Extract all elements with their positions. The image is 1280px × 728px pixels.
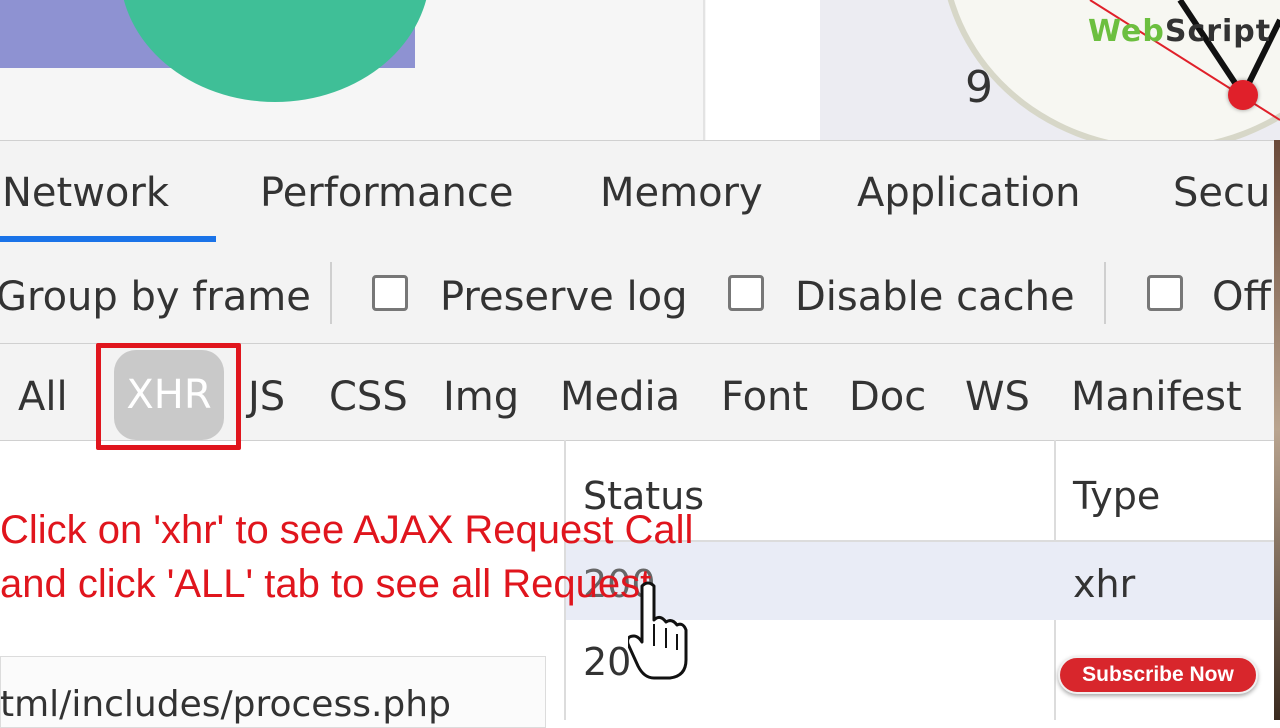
- filter-all[interactable]: All: [18, 374, 68, 420]
- page-panel: [0, 0, 705, 140]
- group-by-frame-label[interactable]: Group by frame: [0, 274, 311, 320]
- filter-img[interactable]: Img: [443, 374, 519, 420]
- active-tab-indicator: [0, 236, 216, 242]
- preserve-log-label[interactable]: Preserve log: [440, 274, 687, 320]
- brand-logo-part2: Script: [1164, 14, 1272, 49]
- page-gap: [706, 0, 820, 140]
- disable-cache-checkbox[interactable]: [728, 275, 764, 311]
- filter-doc[interactable]: Doc: [849, 374, 926, 420]
- brand-logo-part1: Web: [1088, 14, 1165, 49]
- window-edge: [1274, 140, 1280, 720]
- disable-cache-label[interactable]: Disable cache: [795, 274, 1075, 320]
- filter-js[interactable]: JS: [248, 374, 285, 420]
- filter-media[interactable]: Media: [560, 374, 680, 420]
- annotation-line-1: Click on 'xhr' to see AJAX Request Call: [0, 508, 694, 552]
- request-url-text: tml/includes/process.php: [0, 684, 451, 725]
- preserve-log-checkbox[interactable]: [372, 275, 408, 311]
- type-cell: xhr: [1073, 562, 1136, 606]
- clock-center-dot: [1228, 80, 1258, 110]
- annotation-line-2: and click 'ALL' tab to see all Request: [0, 562, 652, 606]
- toolbar-divider: [330, 262, 332, 324]
- tab-performance[interactable]: Performance: [260, 170, 513, 216]
- status-cell: 20: [583, 640, 632, 684]
- offline-label[interactable]: Off: [1212, 274, 1271, 320]
- clock-number: 9: [965, 62, 993, 113]
- tab-memory[interactable]: Memory: [600, 170, 763, 216]
- toolbar-divider: [1104, 262, 1106, 324]
- subscribe-button[interactable]: Subscribe Now: [1058, 656, 1258, 694]
- tab-application[interactable]: Application: [857, 170, 1081, 216]
- offline-checkbox[interactable]: [1147, 275, 1183, 311]
- column-header-type[interactable]: Type: [1073, 474, 1160, 518]
- tab-network[interactable]: Network: [2, 170, 169, 216]
- xhr-highlight-box: [96, 343, 241, 450]
- hand-cursor-icon: [628, 581, 688, 680]
- filter-manifest[interactable]: Manifest: [1071, 374, 1242, 420]
- brand-logo: WebScript: [1088, 14, 1271, 49]
- filter-ws[interactable]: WS: [965, 374, 1030, 420]
- page-preview: 9 WebScript: [0, 0, 1280, 140]
- filter-css[interactable]: CSS: [329, 374, 408, 420]
- tab-security[interactable]: Secur: [1173, 170, 1280, 216]
- filter-font[interactable]: Font: [721, 374, 808, 420]
